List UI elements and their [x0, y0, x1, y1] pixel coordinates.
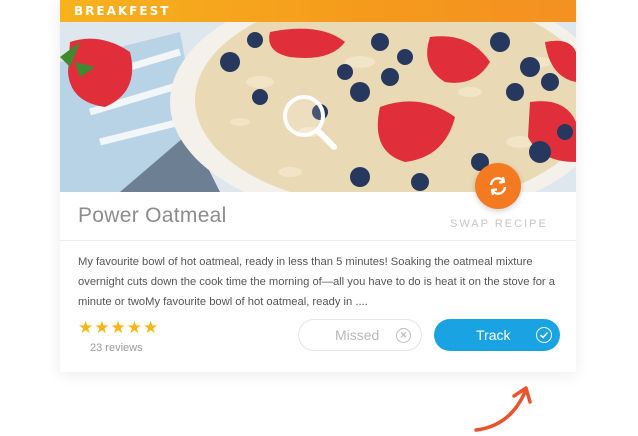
missed-button[interactable]: Missed ✕ [298, 319, 422, 351]
review-count[interactable]: 23 reviews [90, 342, 143, 354]
rating-stars: ★★★★★ [78, 318, 160, 337]
magnifier-icon[interactable] [278, 92, 338, 152]
swap-recipe-label[interactable]: SWAP RECIPE [450, 218, 548, 230]
recipe-title: Power Oatmeal [78, 204, 227, 227]
recipe-card: BREAKFEST SWAP RECIPE Power Oatmeal My f… [60, 0, 576, 372]
refresh-icon [489, 176, 507, 196]
divider [60, 240, 576, 241]
category-banner: BREAKFEST [60, 0, 576, 22]
track-button[interactable]: Track [434, 319, 560, 351]
close-circle-icon: ✕ [396, 327, 411, 343]
missed-label: Missed [335, 327, 380, 343]
curved-arrow-icon [474, 386, 532, 432]
check-circle-icon [536, 327, 552, 343]
track-label: Track [476, 327, 511, 343]
recipe-description: My favourite bowl of hot oatmeal, ready … [78, 256, 555, 308]
swap-recipe-button[interactable] [475, 163, 521, 209]
